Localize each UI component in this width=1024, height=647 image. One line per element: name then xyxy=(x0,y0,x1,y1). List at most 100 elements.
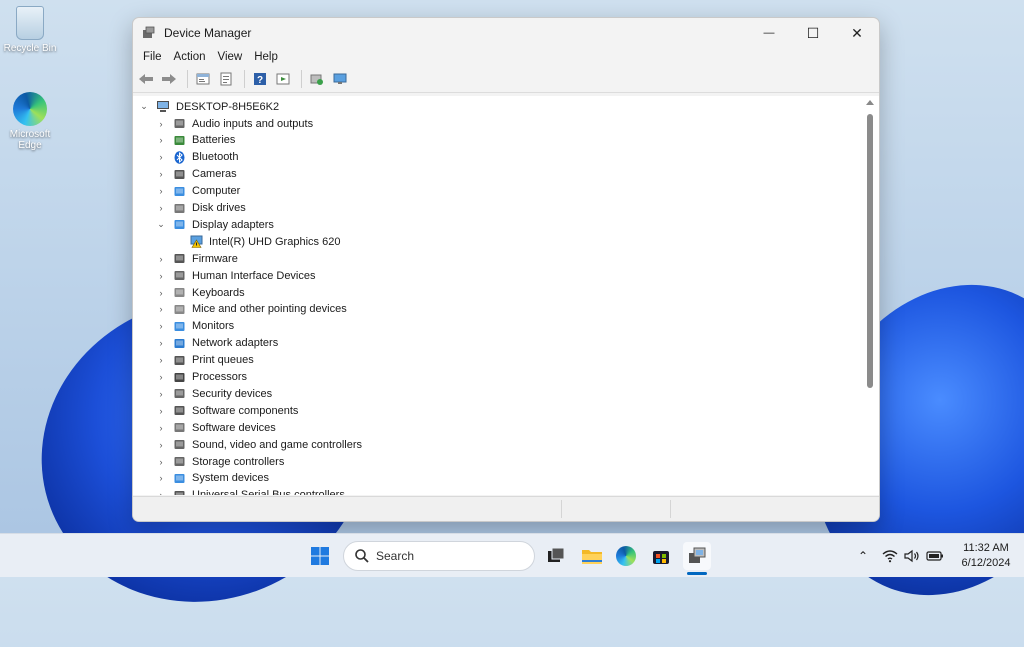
chevron-down-icon[interactable]: ⌄ xyxy=(156,219,166,230)
search-icon xyxy=(355,549,369,563)
chevron-right-icon[interactable]: › xyxy=(156,304,166,314)
task-view-button[interactable] xyxy=(542,542,570,570)
help-icon: ? xyxy=(254,73,266,86)
menu-file[interactable]: File xyxy=(137,51,168,63)
menu-help[interactable]: Help xyxy=(248,51,284,63)
toolbar-separator xyxy=(244,70,245,88)
taskbar-search[interactable]: Search xyxy=(343,541,535,571)
tree-category[interactable]: › Cameras xyxy=(156,166,237,183)
chevron-right-icon[interactable]: › xyxy=(156,254,166,264)
keyboard-icon xyxy=(173,286,186,299)
chevron-down-icon[interactable]: ⌄ xyxy=(139,101,149,112)
tree-category[interactable]: › Universal Serial Bus controllers xyxy=(156,487,345,495)
edge-icon xyxy=(13,92,47,126)
scan-hardware-button[interactable] xyxy=(307,69,327,89)
tree-category[interactable]: › Disk drives xyxy=(156,200,246,217)
chevron-right-icon[interactable]: › xyxy=(156,457,166,467)
file-explorer-button[interactable] xyxy=(578,542,606,570)
system-tray: ⌃ xyxy=(858,534,944,577)
edge-taskbar-button[interactable] xyxy=(612,542,640,570)
chevron-right-icon[interactable]: › xyxy=(156,406,166,416)
chevron-right-icon[interactable]: › xyxy=(156,490,166,495)
chevron-right-icon[interactable]: › xyxy=(156,203,166,213)
tree-category[interactable]: › System devices xyxy=(156,470,270,487)
start-button[interactable] xyxy=(306,542,334,570)
task-view-icon xyxy=(548,547,565,562)
chevron-right-icon[interactable]: › xyxy=(156,473,166,483)
tree-category[interactable]: › Software devices xyxy=(156,419,276,436)
desktop-icon-edge[interactable]: Microsoft Edge xyxy=(0,92,60,151)
title-bar[interactable]: Device Manager — ☐ ✕ xyxy=(133,18,879,48)
chevron-right-icon[interactable]: › xyxy=(156,423,166,433)
minimize-button[interactable]: — xyxy=(747,18,791,48)
chevron-right-icon[interactable]: › xyxy=(156,355,166,365)
tree-category[interactable]: ⌄ Display adapters xyxy=(156,216,274,233)
tree-root-label: DESKTOP-8H5E6K2 xyxy=(176,100,280,113)
tree-item-label: System devices xyxy=(192,472,270,485)
tree-category[interactable]: › Firmware xyxy=(156,250,238,267)
software-device-icon xyxy=(173,421,186,434)
chevron-right-icon[interactable]: › xyxy=(156,186,166,196)
tree-category[interactable]: › Bluetooth xyxy=(156,149,238,166)
tree-item-label: Network adapters xyxy=(192,337,279,350)
tree-item-label: Software devices xyxy=(192,421,276,434)
desktop-icon-label: Microsoft Edge xyxy=(9,129,51,151)
tree-category[interactable]: › Sound, video and game controllers xyxy=(156,436,363,453)
tree-category[interactable]: › Security devices xyxy=(156,385,273,402)
tree-category[interactable]: › Storage controllers xyxy=(156,453,285,470)
tree-category[interactable]: › Network adapters xyxy=(156,335,279,352)
tree-category[interactable]: › Computer xyxy=(156,183,241,200)
storage-icon xyxy=(173,455,186,468)
store-button[interactable] xyxy=(647,542,675,570)
chevron-right-icon[interactable]: › xyxy=(156,440,166,450)
tree-category[interactable]: › Monitors xyxy=(156,318,235,335)
tree-category[interactable]: › Processors xyxy=(156,369,248,386)
run-button[interactable] xyxy=(273,69,293,89)
chevron-right-icon[interactable]: › xyxy=(156,338,166,348)
tree-category[interactable]: › Mice and other pointing devices xyxy=(156,301,347,318)
tree-category[interactable]: › Software components xyxy=(156,402,299,419)
chevron-right-icon[interactable]: › xyxy=(156,271,166,281)
tree-item-label: Storage controllers xyxy=(192,455,285,468)
chevron-right-icon[interactable]: › xyxy=(156,119,166,129)
clock[interactable]: 11:32 AM 6/12/2024 xyxy=(955,541,1017,571)
chevron-right-icon[interactable]: › xyxy=(156,321,166,331)
battery-icon[interactable] xyxy=(926,550,944,562)
wifi-icon[interactable] xyxy=(882,549,898,563)
scan-hardware-icon xyxy=(310,74,323,85)
monitor-button[interactable] xyxy=(330,69,350,89)
show-hide-button[interactable] xyxy=(216,69,236,89)
desktop-icon-recycle-bin[interactable]: Recycle Bin xyxy=(0,6,60,54)
back-button[interactable] xyxy=(136,69,156,89)
menu-action[interactable]: Action xyxy=(168,51,212,63)
tree-category[interactable]: › Print queues xyxy=(156,352,254,369)
battery-icon xyxy=(173,134,186,147)
scroll-up-icon[interactable] xyxy=(866,100,874,105)
tree-category[interactable]: › Human Interface Devices xyxy=(156,267,316,284)
chevron-right-icon[interactable]: › xyxy=(156,288,166,298)
vertical-scrollbar[interactable] xyxy=(863,96,879,495)
tree-root[interactable]: ⌄ DESKTOP-8H5E6K2 xyxy=(139,98,279,115)
software-component-icon xyxy=(173,404,186,417)
tree-category[interactable]: › Audio inputs and outputs xyxy=(156,115,314,132)
help-button[interactable]: ? xyxy=(250,69,270,89)
minimize-icon: — xyxy=(763,27,775,39)
device-manager-taskbar-button[interactable] xyxy=(683,542,711,570)
forward-button[interactable] xyxy=(159,69,179,89)
tree-category[interactable]: › Batteries xyxy=(156,132,236,149)
chevron-right-icon[interactable]: › xyxy=(156,169,166,179)
close-button[interactable]: ✕ xyxy=(835,18,879,48)
chevron-right-icon[interactable]: › xyxy=(156,389,166,399)
maximize-button[interactable]: ☐ xyxy=(791,18,835,48)
chevron-up-icon[interactable]: ⌃ xyxy=(858,549,868,563)
volume-icon[interactable] xyxy=(904,549,920,563)
scrollbar-thumb[interactable] xyxy=(867,114,873,388)
menu-view[interactable]: View xyxy=(212,51,249,63)
tree-child-item[interactable]: Intel(R) UHD Graphics 620 xyxy=(190,233,340,250)
tree-category[interactable]: › Keyboards xyxy=(156,284,245,301)
chevron-right-icon[interactable]: › xyxy=(156,372,166,382)
properties-button[interactable] xyxy=(193,69,213,89)
chevron-right-icon[interactable]: › xyxy=(156,135,166,145)
back-icon xyxy=(139,74,153,84)
chevron-right-icon[interactable]: › xyxy=(156,152,166,162)
